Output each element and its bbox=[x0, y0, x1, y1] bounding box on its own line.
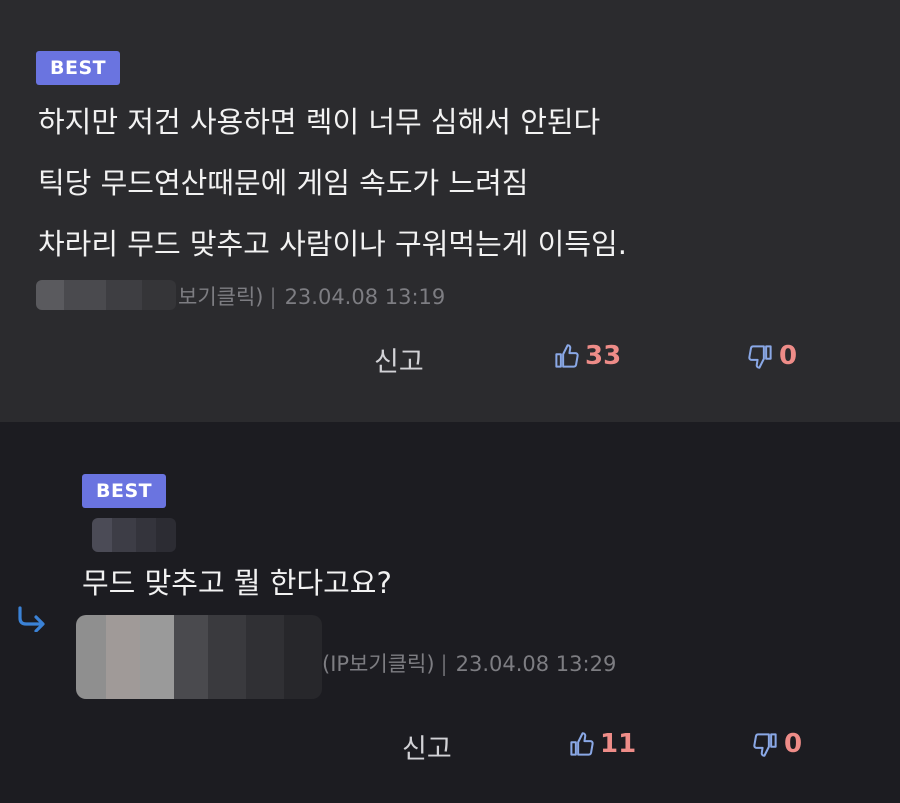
comment-date: 23.04.08 13:19 bbox=[284, 285, 446, 309]
dislike-count: 0 bbox=[779, 341, 798, 371]
thumbs-down-icon bbox=[748, 344, 772, 369]
ip-view-link[interactable]: (IP보기클릭) bbox=[322, 652, 435, 676]
best-badge: BEST bbox=[82, 474, 167, 508]
like-button[interactable]: 11 bbox=[568, 729, 636, 759]
comment-meta: 보기클릭) | 23.04.08 13:19 bbox=[178, 281, 445, 311]
report-button[interactable]: 신고 bbox=[402, 727, 452, 766]
like-count: 11 bbox=[600, 729, 637, 759]
comment-best-2-reply: BEST 무드 맞추고 뭘 한다고요? (IP보기클릭) | 23.04.08 13… bbox=[0, 422, 900, 803]
meta-separator: | bbox=[440, 652, 448, 676]
blurred-username bbox=[76, 615, 322, 699]
comment-body: 무드 맞추고 뭘 한다고요? bbox=[82, 553, 392, 614]
ip-view-link[interactable]: 보기클릭) bbox=[178, 285, 263, 309]
comment-best-1: BEST 하지만 저건 사용하면 렉이 너무 심해서 안된다 틱당 무드연산때문… bbox=[0, 0, 900, 422]
reply-arrow-icon bbox=[18, 606, 45, 632]
comment-body: 하지만 저건 사용하면 렉이 너무 심해서 안된다 틱당 무드연산때문에 게임 … bbox=[38, 92, 627, 275]
report-button[interactable]: 신고 bbox=[374, 340, 424, 379]
like-button[interactable]: 33 bbox=[553, 341, 621, 371]
meta-separator: | bbox=[269, 285, 277, 309]
comment-line: 차라리 무드 맞추고 사람이나 구워먹는게 이득임. bbox=[38, 227, 627, 261]
thumbs-down-icon bbox=[753, 732, 777, 757]
comment-meta: (IP보기클릭) | 23.04.08 13:29 bbox=[322, 648, 616, 678]
thumbs-up-icon bbox=[570, 731, 594, 756]
comment-line: 무드 맞추고 뭘 한다고요? bbox=[82, 566, 392, 600]
like-count: 33 bbox=[585, 341, 622, 371]
blurred-username bbox=[36, 280, 176, 310]
dislike-button[interactable]: 0 bbox=[747, 341, 797, 371]
comment-line: 하지만 저건 사용하면 렉이 너무 심해서 안된다 bbox=[38, 105, 601, 139]
dislike-count: 0 bbox=[784, 729, 803, 759]
dislike-button[interactable]: 0 bbox=[752, 729, 802, 759]
thumbs-up-icon bbox=[555, 343, 579, 368]
comment-line: 틱당 무드연산때문에 게임 속도가 느려짐 bbox=[38, 166, 529, 200]
comment-date: 23.04.08 13:29 bbox=[455, 652, 617, 676]
blurred-avatar-small bbox=[92, 518, 176, 552]
best-badge: BEST bbox=[36, 51, 121, 85]
